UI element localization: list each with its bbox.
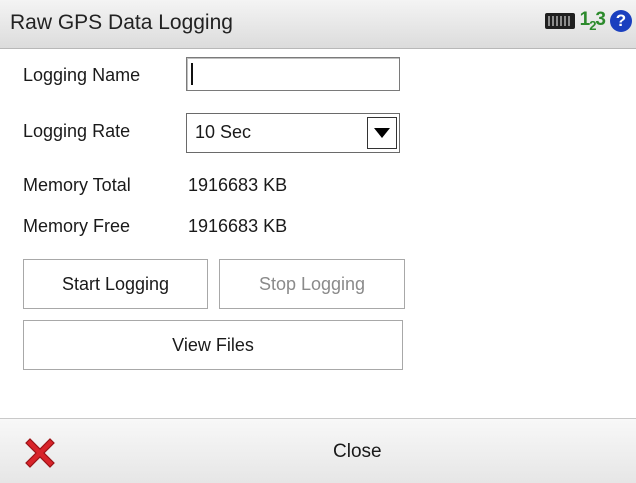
text-caret xyxy=(191,63,193,85)
help-icon[interactable]: ? xyxy=(610,9,632,32)
title-bar: Raw GPS Data Logging 123 ? xyxy=(0,0,636,49)
close-button[interactable]: Close xyxy=(333,441,382,463)
logging-name-input[interactable] xyxy=(186,57,400,91)
close-icon[interactable] xyxy=(20,433,60,473)
view-files-button[interactable]: View Files xyxy=(23,320,403,370)
title-icons: 123 ? xyxy=(544,9,632,33)
chevron-down-icon xyxy=(374,128,390,138)
dropdown-button[interactable] xyxy=(367,117,397,149)
memory-total-value: 1916683 KB xyxy=(188,175,288,195)
logging-rate-value: 10 Sec xyxy=(195,122,252,142)
memory-total-label: Memory Total xyxy=(23,175,131,195)
window-title: Raw GPS Data Logging xyxy=(10,11,233,34)
input-mode-main: 1 xyxy=(579,9,591,30)
memory-free-value: 1916683 KB xyxy=(188,216,288,236)
input-mode-end: 3 xyxy=(595,9,606,30)
memory-free-label: Memory Free xyxy=(23,216,131,236)
logging-rate-label: Logging Rate xyxy=(23,121,131,141)
input-mode-icon[interactable]: 123 xyxy=(579,9,606,33)
start-logging-button[interactable]: Start Logging xyxy=(23,259,208,309)
logging-rate-select[interactable]: 10 Sec xyxy=(186,113,400,153)
logging-name-label: Logging Name xyxy=(23,65,141,85)
keyboard-icon[interactable] xyxy=(544,12,575,29)
bottom-bar: Close xyxy=(0,418,636,483)
stop-logging-button[interactable]: Stop Logging xyxy=(219,259,405,309)
